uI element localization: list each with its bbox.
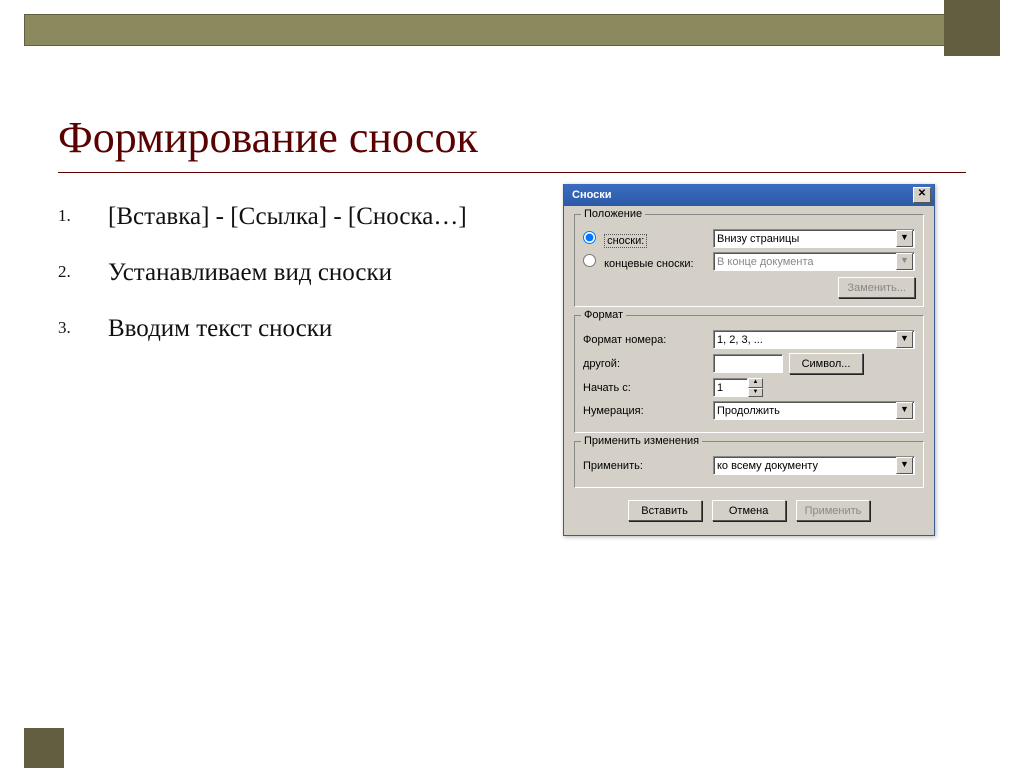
group-apply: Применить изменения Применить: ко всему … [574, 441, 924, 488]
apply-button: Применить [796, 500, 871, 521]
list-text: Вводим текст сноски [108, 312, 518, 346]
dialog-titlebar[interactable]: Сноски ✕ [564, 184, 934, 206]
cancel-button[interactable]: Отмена [712, 500, 786, 521]
title-underline [58, 172, 966, 173]
number-format-dropdown[interactable]: 1, 2, 3, ... ▼ [713, 330, 915, 349]
dropdown-value: Продолжить [717, 405, 780, 417]
spinner-down-icon[interactable]: ▼ [748, 388, 763, 398]
top-decor-strip [24, 14, 1000, 46]
list-item: 1. [Вставка] - [Ссылка] - [Сноска…] [58, 200, 518, 234]
dropdown-value: В конце документа [717, 256, 814, 268]
apply-to-dropdown[interactable]: ко всему документу ▼ [713, 456, 915, 475]
dialog-title: Сноски [572, 189, 612, 201]
symbol-button[interactable]: Символ... [789, 353, 863, 374]
dropdown-value: ко всему документу [717, 460, 818, 472]
list-text: Устанавливаем вид сноски [108, 256, 518, 290]
list-number: 3. [58, 312, 108, 346]
bottom-decor-square [24, 728, 64, 768]
list-item: 3. Вводим текст сноски [58, 312, 518, 346]
chevron-down-icon[interactable]: ▼ [896, 402, 913, 419]
footnotes-dialog: Сноски ✕ Положение сноски: Внизу страниц… [563, 184, 935, 536]
group-legend: Положение [581, 208, 645, 220]
list-text: [Вставка] - [Ссылка] - [Сноска…] [108, 200, 518, 234]
list-number: 2. [58, 256, 108, 290]
other-label: другой: [583, 358, 713, 370]
top-decor-square [944, 0, 1000, 56]
radio-footnotes[interactable]: сноски: [583, 231, 713, 247]
list-item: 2. Устанавливаем вид сноски [58, 256, 518, 290]
start-at-label: Начать с: [583, 382, 713, 394]
spinner-up-icon[interactable]: ▲ [748, 378, 763, 388]
footnotes-position-dropdown[interactable]: Внизу страницы ▼ [713, 229, 915, 248]
insert-button[interactable]: Вставить [628, 500, 702, 521]
chevron-down-icon: ▼ [896, 253, 913, 270]
group-legend: Применить изменения [581, 435, 702, 447]
other-input[interactable] [713, 354, 783, 373]
chevron-down-icon[interactable]: ▼ [896, 457, 913, 474]
list-number: 1. [58, 200, 108, 234]
slide-title: Формирование сносок [58, 112, 478, 163]
group-position: Положение сноски: Внизу страницы ▼ конце… [574, 214, 924, 307]
radio-footnotes-label: сноски: [604, 234, 647, 248]
close-icon[interactable]: ✕ [913, 187, 931, 203]
start-at-value[interactable]: 1 [713, 378, 748, 397]
dropdown-value: Внизу страницы [717, 233, 799, 245]
chevron-down-icon[interactable]: ▼ [896, 230, 913, 247]
numbering-label: Нумерация: [583, 405, 713, 417]
apply-to-label: Применить: [583, 460, 713, 472]
instruction-list: 1. [Вставка] - [Ссылка] - [Сноска…] 2. У… [58, 200, 518, 367]
start-at-spinner[interactable]: 1 ▲ ▼ [713, 378, 763, 397]
chevron-down-icon[interactable]: ▼ [896, 331, 913, 348]
group-format: Формат Формат номера: 1, 2, 3, ... ▼ дру… [574, 315, 924, 433]
dropdown-value: 1, 2, 3, ... [717, 334, 763, 346]
dialog-button-row: Вставить Отмена Применить [564, 492, 934, 535]
numbering-dropdown[interactable]: Продолжить ▼ [713, 401, 915, 420]
radio-endnotes-input[interactable] [583, 254, 596, 267]
radio-footnotes-input[interactable] [583, 231, 596, 244]
swap-button: Заменить... [838, 277, 915, 298]
group-legend: Формат [581, 309, 626, 321]
radio-endnotes[interactable]: концевые сноски: [583, 254, 713, 270]
number-format-label: Формат номера: [583, 334, 713, 346]
radio-endnotes-label: концевые сноски: [604, 258, 694, 270]
endnotes-position-dropdown: В конце документа ▼ [713, 252, 915, 271]
